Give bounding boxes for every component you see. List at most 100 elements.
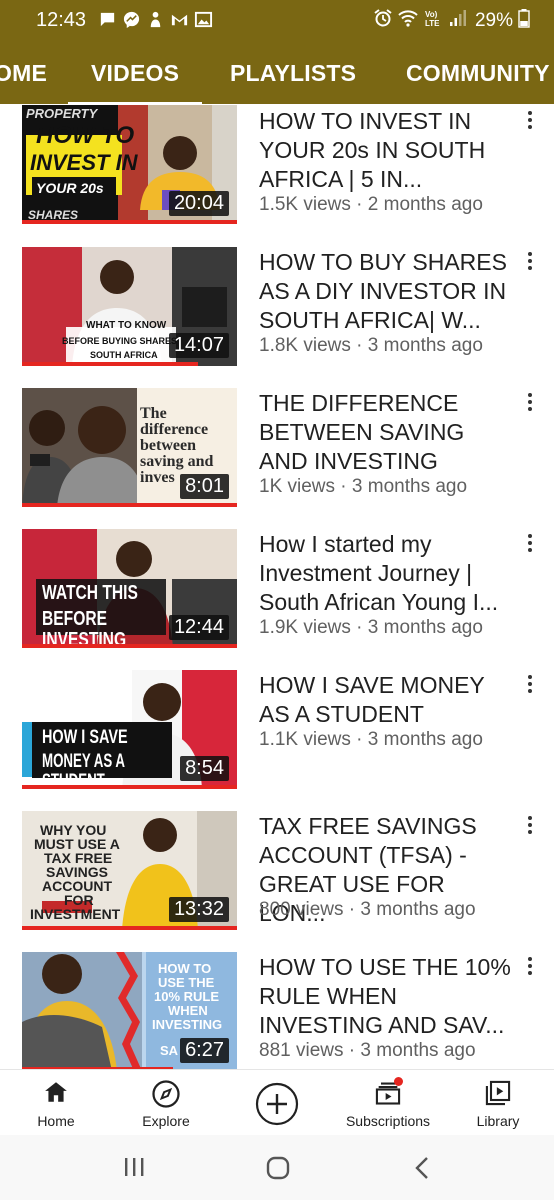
home-icon xyxy=(45,1082,67,1102)
thumbnail-caption: SA xyxy=(160,1043,179,1058)
video-duration: 13:32 xyxy=(168,897,229,922)
video-title[interactable]: HOW TO BUY SHARES AS A DIY INVESTOR IN S… xyxy=(259,248,517,335)
bottom-navigation: Home Explore Subscriptions Library xyxy=(0,1069,554,1135)
thumbnail-caption: WATCH THIS xyxy=(42,582,138,604)
view-count: 881 views xyxy=(259,1040,344,1061)
notification-icons xyxy=(98,10,213,28)
create-button[interactable] xyxy=(222,1070,332,1136)
video-duration: 12:44 xyxy=(168,615,229,640)
add-circle-icon xyxy=(255,1082,299,1126)
compass-icon xyxy=(152,1080,180,1108)
messenger-icon xyxy=(122,10,141,28)
thumbnail-caption: INVESTMENT xyxy=(30,906,121,922)
back-icon[interactable] xyxy=(412,1155,432,1181)
video-title[interactable]: HOW TO INVEST IN YOUR 20s IN SOUTH AFRIC… xyxy=(259,107,517,194)
view-count: 1K views xyxy=(259,476,336,497)
wifi-icon xyxy=(398,8,418,33)
watch-progress-bar xyxy=(22,503,237,507)
watch-progress-bar xyxy=(22,644,237,648)
tab-home[interactable]: OME xyxy=(0,60,47,87)
video-thumbnail[interactable]: HOW TO USE THE 10% RULE WHEN INVESTING S… xyxy=(22,952,237,1069)
nav-explore[interactable]: Explore xyxy=(111,1070,221,1136)
view-count: 800 views xyxy=(259,899,344,920)
upload-age: 3 months ago xyxy=(367,729,483,750)
recents-icon[interactable] xyxy=(121,1155,147,1179)
video-item[interactable]: WHY YOU MUST USE A TAX FREE SAVINGS ACCO… xyxy=(0,806,554,947)
view-count: 1.5K views xyxy=(259,194,351,215)
gmail-icon xyxy=(170,10,189,28)
signal-icon xyxy=(448,8,468,33)
tab-community[interactable]: COMMUNITY xyxy=(406,60,550,87)
svg-text:LTE: LTE xyxy=(425,19,440,28)
thumbnail-caption: HOW I SAVE xyxy=(42,727,128,748)
upload-age: 3 months ago xyxy=(367,617,483,638)
thumbnail-caption: HOW TO xyxy=(158,961,212,976)
watch-progress-bar xyxy=(22,220,237,224)
video-title[interactable]: HOW I SAVE MONEY AS A STUDENT xyxy=(259,671,517,729)
video-duration: 20:04 xyxy=(168,191,229,216)
video-duration: 8:01 xyxy=(180,474,229,499)
thumbnail-caption: WHEN xyxy=(168,1003,208,1018)
thumbnail-caption: WHAT TO KNOW xyxy=(86,320,167,331)
channel-header: 12:43 Vo) LTE 29% OME VIDEOS PLAYLISTS C… xyxy=(0,0,554,105)
more-options-icon[interactable] xyxy=(522,957,538,979)
battery-icon xyxy=(518,8,530,33)
more-options-icon[interactable] xyxy=(522,816,538,838)
upload-age: 2 months ago xyxy=(367,194,483,215)
thumbnail-caption: SOUTH AFRICA xyxy=(90,350,158,360)
nav-library[interactable]: Library xyxy=(443,1070,553,1136)
more-options-icon[interactable] xyxy=(522,393,538,415)
watch-progress-bar xyxy=(22,926,237,930)
video-item[interactable]: HOW TO USE THE 10% RULE WHEN INVESTING S… xyxy=(0,947,554,1069)
channel-tabs: OME VIDEOS PLAYLISTS COMMUNITY xyxy=(0,40,554,105)
system-status: Vo) LTE 29% xyxy=(373,8,530,33)
thumbnail-caption: inves xyxy=(140,469,175,486)
video-thumbnail[interactable]: WHY YOU MUST USE A TAX FREE SAVINGS ACCO… xyxy=(22,811,237,930)
video-title[interactable]: THE DIFFERENCE BETWEEN SAVING AND INVEST… xyxy=(259,389,517,476)
video-thumbnail[interactable]: PROPERTY HOW TO INVEST IN YOUR 20s SHARE… xyxy=(22,105,237,224)
more-options-icon[interactable] xyxy=(522,252,538,274)
video-metadata: 800 views · 3 months ago xyxy=(259,899,476,920)
video-title[interactable]: HOW TO USE THE 10% RULE WHEN INVESTING A… xyxy=(259,953,517,1040)
upload-age: 3 months ago xyxy=(360,899,476,920)
video-list: PROPERTY HOW TO INVEST IN YOUR 20s SHARE… xyxy=(0,104,554,1069)
video-metadata: 1K views · 3 months ago xyxy=(259,476,468,497)
more-options-icon[interactable] xyxy=(522,675,538,697)
thumbnail-caption: USE THE xyxy=(158,975,215,990)
more-options-icon[interactable] xyxy=(522,534,538,556)
watch-progress-bar xyxy=(22,785,237,789)
gallery-icon xyxy=(194,10,213,28)
tab-videos[interactable]: VIDEOS xyxy=(91,60,179,87)
battery-percentage: 29% xyxy=(474,9,513,31)
video-item[interactable]: The difference between saving and inves … xyxy=(0,383,554,524)
video-item[interactable]: HOW I SAVE MONEY AS A STUDENT 8:54 HOW I… xyxy=(0,665,554,806)
more-options-icon[interactable] xyxy=(522,111,538,133)
status-bar: 12:43 Vo) LTE 29% xyxy=(0,0,554,40)
upload-age: 3 months ago xyxy=(367,335,483,356)
upload-age: 3 months ago xyxy=(351,476,468,497)
video-thumbnail[interactable]: HOW I SAVE MONEY AS A STUDENT 8:54 xyxy=(22,670,237,789)
nav-library-label: Library xyxy=(476,1113,520,1129)
video-metadata: 1.5K views · 2 months ago xyxy=(259,194,483,215)
library-icon xyxy=(485,1080,511,1106)
svg-text:Vo): Vo) xyxy=(425,10,438,19)
thumbnail-caption: 10% RULE xyxy=(154,989,220,1004)
video-thumbnail[interactable]: WHAT TO KNOW BEFORE BUYING SHARES SOUTH … xyxy=(22,247,237,366)
nav-explore-label: Explore xyxy=(142,1113,190,1129)
video-metadata: 881 views · 3 months ago xyxy=(259,1040,476,1061)
tab-playlists[interactable]: PLAYLISTS xyxy=(230,60,356,87)
home-circle-icon[interactable] xyxy=(265,1155,291,1181)
video-title[interactable]: How I started my Investment Journey | So… xyxy=(259,530,517,617)
video-item[interactable]: WHAT TO KNOW BEFORE BUYING SHARES SOUTH … xyxy=(0,242,554,383)
nav-home[interactable]: Home xyxy=(1,1070,111,1136)
system-navigation-bar xyxy=(0,1135,554,1200)
video-item[interactable]: WATCH THIS BEFORE INVESTING 12:44 How I … xyxy=(0,524,554,665)
upload-age: 3 months ago xyxy=(360,1040,476,1061)
status-time: 12:43 xyxy=(36,9,87,31)
video-thumbnail[interactable]: The difference between saving and inves … xyxy=(22,388,237,507)
nav-subscriptions[interactable]: Subscriptions xyxy=(333,1070,443,1136)
video-item[interactable]: PROPERTY HOW TO INVEST IN YOUR 20s SHARE… xyxy=(0,104,554,242)
video-thumbnail[interactable]: WATCH THIS BEFORE INVESTING 12:44 xyxy=(22,529,237,648)
video-duration: 8:54 xyxy=(180,756,229,781)
thumbnail-caption: BEFORE BUYING SHARES xyxy=(62,336,178,346)
